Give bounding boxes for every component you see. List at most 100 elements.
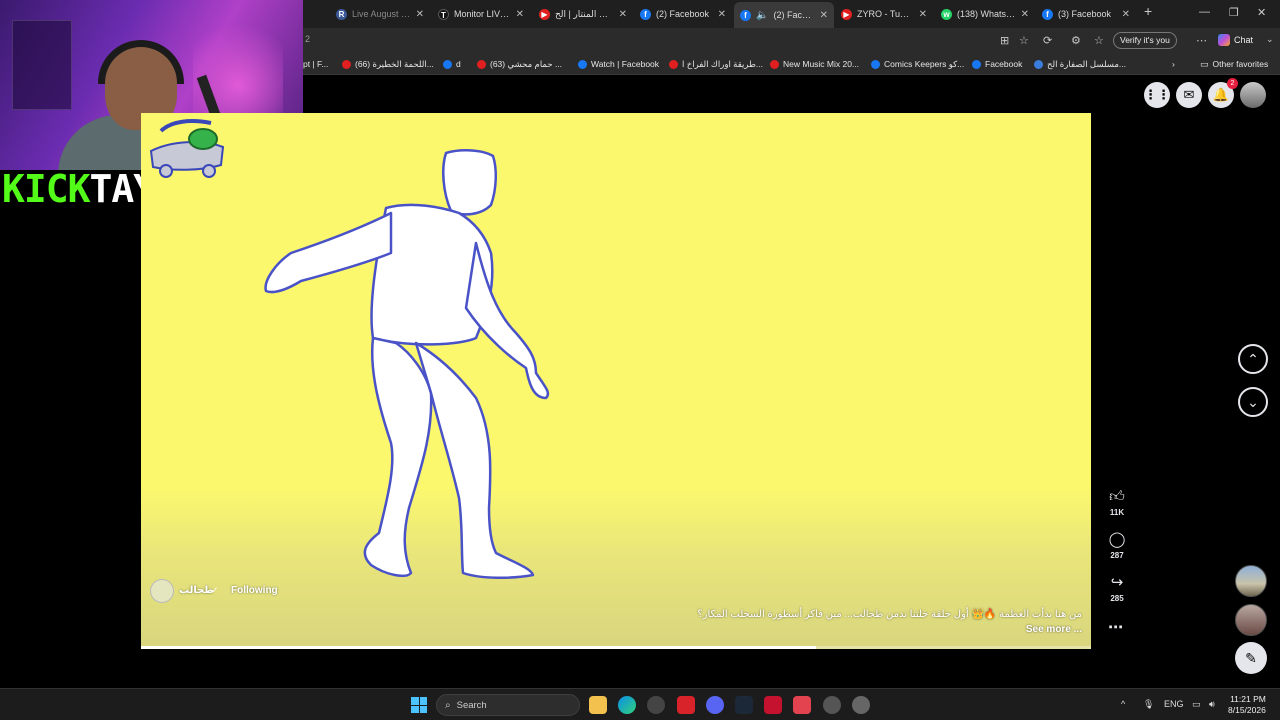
more-options-icon[interactable]: ⋯ <box>1108 618 1123 636</box>
tab-3[interactable]: f (2) Facebook ✕ <box>634 4 732 24</box>
facebook-icon <box>871 59 880 69</box>
edge-browser-icon[interactable] <box>618 696 636 714</box>
discord-icon[interactable] <box>706 696 724 714</box>
comment-icon: ◯ <box>1108 531 1126 548</box>
restore-icon[interactable]: ❐ <box>1229 6 1239 19</box>
bookmark-8[interactable]: Facebook <box>972 57 1022 71</box>
close-tab-icon[interactable]: ✕ <box>820 10 828 21</box>
compose-icon[interactable]: ✎ <box>1235 642 1267 674</box>
menu-grid-icon[interactable]: ⋮⋮ <box>1144 82 1170 108</box>
language-indicator[interactable]: ENG <box>1164 699 1184 709</box>
close-tab-icon[interactable]: ✕ <box>416 9 424 20</box>
close-tab-icon[interactable]: ✕ <box>1122 9 1130 20</box>
bookmark-label: New Music Mix 20... <box>783 59 860 69</box>
app-available-icon[interactable]: ⊞ <box>1000 34 1009 47</box>
tab-title: Monitor LIVE | Tik <box>454 9 511 19</box>
app-icon[interactable] <box>647 696 665 714</box>
taskbar-search[interactable]: ⌕ Search <box>436 694 580 716</box>
messenger-icon[interactable]: ✉ <box>1176 82 1202 108</box>
bookmark-1[interactable]: (66) اللحمة الخطيرة... <box>342 57 434 71</box>
close-tab-icon[interactable]: ✕ <box>516 9 524 20</box>
verify-identity-button[interactable]: Verify it's you <box>1113 32 1177 49</box>
clock-date: 8/15/2026 <box>1228 705 1266 715</box>
file-explorer-icon[interactable] <box>589 696 607 714</box>
bookmark-label: (66) اللحمة الخطيرة... <box>355 58 434 69</box>
microphone-icon[interactable]: 🎙︎ <box>1143 699 1154 710</box>
close-tab-icon[interactable]: ✕ <box>619 9 627 20</box>
see-more-link[interactable]: See more ... <box>1026 624 1082 635</box>
bookmark-6[interactable]: New Music Mix 20... <box>770 57 859 71</box>
app-red-icon[interactable] <box>764 696 782 714</box>
bookmark-label: مسلسل الصفارة الح... <box>1047 58 1126 69</box>
bookmark-0[interactable]: pt | F... <box>303 57 328 71</box>
chevron-right-icon[interactable]: › <box>1172 57 1175 71</box>
watermark-kick: KICK <box>2 167 91 211</box>
bookmark-9[interactable]: مسلسل الصفارة الح... <box>1034 57 1126 71</box>
new-tab-icon[interactable]: + <box>1144 3 1152 19</box>
favorites-icon[interactable]: ☆ <box>1094 34 1104 47</box>
bookmark-2[interactable]: d <box>443 57 461 71</box>
chat-label: Chat <box>1234 35 1254 45</box>
facebook-icon <box>578 59 587 69</box>
chevron-down-icon[interactable]: ⌄ <box>1266 34 1274 45</box>
channel-logo <box>149 119 225 178</box>
copilot-chat-button[interactable]: Chat <box>1218 34 1253 46</box>
close-tab-icon[interactable]: ✕ <box>718 9 726 20</box>
copilot-icon <box>1218 34 1230 46</box>
screen: R Live August 08 - ✕ T Monitor LIVE | Ti… <box>0 0 1280 720</box>
tab-6[interactable]: w (138) WhatsApp ✕ <box>935 4 1035 24</box>
network-icon[interactable]: ▭ <box>1192 699 1201 710</box>
speaker-icon[interactable]: 🔈 <box>756 10 768 21</box>
comment-action[interactable]: ◯ 287 <box>1103 531 1131 560</box>
video-caption: من هنا بدأت العظمة 🔥👑 أول حلقة خلتنا ندم… <box>697 609 1082 620</box>
minimize-icon[interactable]: — <box>1199 6 1210 18</box>
tab-5[interactable]: ▶ ZYRO - Tuma Nu ✕ <box>835 4 933 24</box>
settings-icon[interactable] <box>852 696 870 714</box>
next-reel-button[interactable]: ⌄ <box>1238 387 1268 417</box>
tiktok-icon: T <box>438 8 449 20</box>
other-favorites[interactable]: ▭ Other favorites <box>1200 57 1268 71</box>
following-button[interactable]: Following <box>231 585 278 596</box>
reel-thumbnail[interactable] <box>1235 604 1267 636</box>
steam-icon[interactable] <box>735 696 753 714</box>
app-icon[interactable] <box>793 696 811 714</box>
close-tab-icon[interactable]: ✕ <box>919 9 927 20</box>
like-action[interactable]: 👍︎ 11K <box>1103 488 1131 517</box>
bookmark-5[interactable]: طريقة اوراك الفراخ ا... <box>669 57 763 71</box>
bookmark-4[interactable]: Watch | Facebook <box>578 57 659 71</box>
headphones-icon <box>98 40 184 84</box>
url-text[interactable]: 2 <box>305 34 310 44</box>
next-reel-thumbnail[interactable] <box>1235 565 1267 597</box>
tab-1[interactable]: T Monitor LIVE | Tik ✕ <box>432 4 530 24</box>
bookmark-3[interactable]: (63) حمام محشي ... <box>477 57 562 71</box>
volume-icon[interactable]: 🔊︎ <box>1209 699 1215 710</box>
favorite-star-icon[interactable]: ☆ <box>1019 34 1029 47</box>
refresh-extension-icon[interactable]: ⟳ <box>1043 34 1052 47</box>
share-count: 285 <box>1110 594 1124 603</box>
share-action[interactable]: ↪ 285 <box>1103 574 1131 603</box>
page-name-link[interactable]: طحالب <box>179 585 214 596</box>
tab-0[interactable]: R Live August 08 - ✕ <box>330 4 430 24</box>
bookmark-7[interactable]: Comics Keepers كو... <box>871 57 964 71</box>
search-icon: ⌕ <box>445 699 451 711</box>
profile-avatar[interactable] <box>1240 82 1266 108</box>
extensions-icon[interactable]: ⚙ <box>1071 34 1081 47</box>
app-red-icon[interactable] <box>677 696 695 714</box>
tray-chevron-up-icon[interactable]: ^ <box>1121 699 1125 709</box>
windows-taskbar: ⌕ Search ^ 🎙︎ ENG ▭ 🔊︎ 11:21 PM 8/15/202… <box>0 688 1280 720</box>
close-window-icon[interactable]: ✕ <box>1257 6 1266 19</box>
youtube-icon <box>342 59 351 69</box>
windows-start-icon[interactable] <box>411 697 427 713</box>
page-avatar[interactable] <box>150 579 174 603</box>
previous-reel-button[interactable]: ⌃ <box>1238 344 1268 374</box>
app-w-icon[interactable] <box>823 696 841 714</box>
progress-fill <box>141 646 816 649</box>
close-tab-icon[interactable]: ✕ <box>1021 9 1029 20</box>
tab-7[interactable]: f (3) Facebook ✕ <box>1036 4 1136 24</box>
tab-4-active[interactable]: f 🔈 (2) Facebook ✕ <box>734 2 834 28</box>
taskbar-clock[interactable]: 11:21 PM 8/15/2026 <box>1228 694 1266 716</box>
reel-video-player[interactable]: طحالب ✓ Following من هنا بدأت العظمة 🔥👑 … <box>141 113 1091 649</box>
tab-2[interactable]: ▶ السيت المنتار | الح ✕ <box>533 4 633 24</box>
search-placeholder: Search <box>456 699 487 711</box>
more-menu-icon[interactable]: ⋯ <box>1196 34 1207 47</box>
